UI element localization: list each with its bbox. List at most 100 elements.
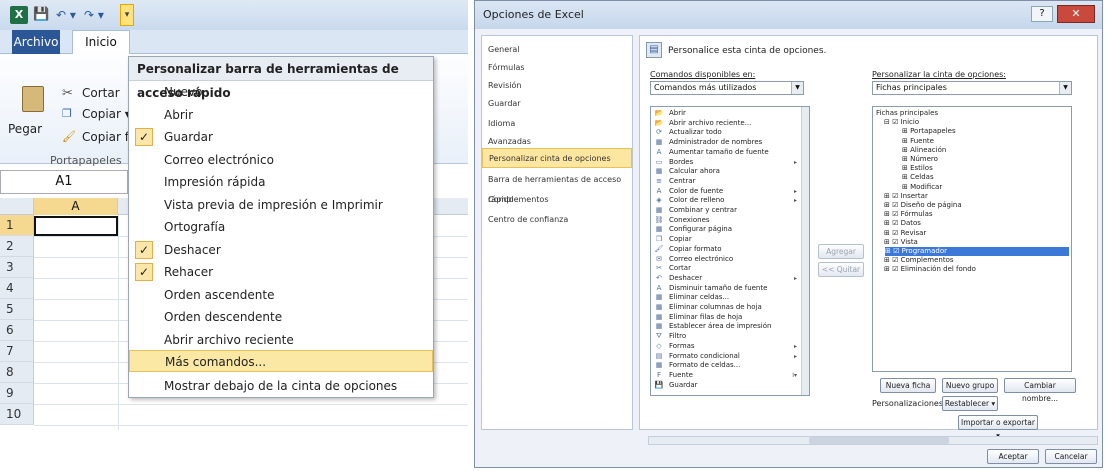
command-item[interactable]: ◇ Formas ▸ — [651, 342, 801, 351]
new-tab-button[interactable]: Nueva ficha — [880, 378, 936, 393]
command-item[interactable]: ❐ Copiar — [651, 235, 801, 244]
menu-item[interactable]: Mostrar debajo de la cinta de opciones — [129, 375, 433, 397]
tree-item[interactable]: ⊞ Número — [902, 155, 938, 164]
reset-button[interactable]: Restablecer ▾ — [942, 396, 998, 411]
horizontal-scrollbar[interactable] — [648, 436, 1098, 445]
command-item[interactable]: ▦ Configurar página — [651, 225, 801, 234]
tree-item[interactable]: ⊞ ☑ Eliminación del fondo — [884, 265, 976, 274]
tree-item[interactable]: ⊞ ☑ Insertar — [884, 192, 928, 201]
command-item[interactable]: ▦ Eliminar celdas... — [651, 293, 801, 302]
select-all-corner[interactable] — [0, 198, 34, 215]
name-box[interactable]: A1 — [0, 170, 128, 194]
scroll-thumb[interactable] — [809, 437, 949, 444]
command-item[interactable]: ↶ Deshacer ▸ — [651, 274, 801, 283]
menu-item[interactable]: Correo electrónico — [129, 149, 433, 171]
cancel-button[interactable]: Cancelar — [1045, 449, 1097, 464]
menu-item[interactable]: ✓ Rehacer — [129, 261, 433, 283]
command-item[interactable]: ⛛ Filtro — [651, 332, 801, 341]
menu-item[interactable]: ✓ Deshacer — [129, 239, 433, 261]
nav-item[interactable]: Idioma — [482, 114, 632, 134]
row-header[interactable]: 5 — [0, 299, 34, 320]
active-cell-a1[interactable] — [34, 216, 118, 236]
command-item[interactable]: 🖌 Copiar formato — [651, 245, 801, 254]
nav-item[interactable]: Personalizar cinta de opciones — [482, 148, 632, 168]
command-item[interactable]: ▦ Establecer área de impresión — [651, 322, 801, 331]
command-item[interactable]: ▦ Formato de celdas... — [651, 361, 801, 370]
tree-item[interactable]: ⊞ ☑ Vista — [884, 238, 918, 247]
row-header[interactable]: 8 — [0, 362, 34, 383]
row-header[interactable]: 3 — [0, 257, 34, 278]
tree-item[interactable]: ⊞ Alineación — [902, 146, 946, 155]
tree-item[interactable]: ⊞ Modificar — [902, 183, 942, 192]
command-item[interactable]: ▦ Administrador de nombres — [651, 138, 801, 147]
nav-item[interactable]: Barra de herramientas de acceso rápido — [482, 170, 632, 204]
menu-item[interactable]: ✓ Guardar — [129, 126, 433, 148]
command-item[interactable]: ⟳ Actualizar todo — [651, 128, 801, 137]
menu-item[interactable]: Orden descendente — [129, 306, 433, 328]
tab-inicio[interactable]: Inicio — [72, 30, 130, 54]
command-item[interactable]: ▤ Formato condicional ▸ — [651, 352, 801, 361]
commands-combo[interactable]: Comandos más utilizados ▼ — [650, 81, 804, 95]
tree-item[interactable]: ⊞ Celdas — [902, 173, 934, 182]
column-header-a[interactable]: A — [34, 198, 118, 215]
tree-item[interactable]: ⊞ ☑ Datos — [884, 219, 921, 228]
help-button[interactable]: ? — [1031, 6, 1053, 22]
command-item[interactable]: A Color de fuente ▸ — [651, 187, 801, 196]
commands-scrollbar[interactable] — [801, 107, 809, 395]
command-item[interactable]: ▦ Combinar y centrar — [651, 206, 801, 215]
close-button[interactable]: ✕ — [1057, 5, 1095, 23]
tree-item[interactable]: ⊞ ☑ Revisar — [884, 229, 926, 238]
menu-item[interactable]: Vista previa de impresión e Imprimir — [129, 194, 433, 216]
paste-button[interactable]: Pegar — [8, 122, 42, 136]
row-header[interactable]: 7 — [0, 341, 34, 362]
ribbon-combo[interactable]: Fichas principales ▼ — [872, 81, 1072, 95]
nav-item[interactable]: Complementos — [482, 190, 632, 210]
row-header[interactable]: 9 — [0, 383, 34, 404]
nav-item[interactable]: Guardar — [482, 94, 632, 114]
command-item[interactable]: F Fuente I▾ — [651, 371, 801, 380]
tree-item[interactable]: ⊞ ☑ Programador — [885, 247, 1069, 256]
command-item[interactable]: 📂 Abrir archivo reciente... — [651, 119, 801, 128]
menu-item[interactable]: Más comandos... — [129, 350, 433, 372]
row-header[interactable]: 1 — [0, 215, 34, 236]
row-header[interactable]: 4 — [0, 278, 34, 299]
redo-icon[interactable]: ↷ ▾ — [80, 6, 108, 24]
command-item[interactable]: ▦ Eliminar columnas de hoja — [651, 303, 801, 312]
command-item[interactable]: ▦ Eliminar filas de hoja — [651, 313, 801, 322]
command-item[interactable]: ◈ Color de relleno ▸ — [651, 196, 801, 205]
tree-item[interactable]: ⊞ Fuente — [902, 137, 934, 146]
command-item[interactable]: A Disminuir tamaño de fuente — [651, 284, 801, 293]
menu-item[interactable]: Abrir — [129, 104, 433, 126]
remove-button[interactable]: << Quitar — [818, 262, 864, 277]
menu-item[interactable]: Orden ascendente — [129, 284, 433, 306]
menu-item[interactable]: Impresión rápida — [129, 171, 433, 193]
new-group-button[interactable]: Nuevo grupo — [942, 378, 998, 393]
command-item[interactable]: ⛓ Conexiones — [651, 216, 801, 225]
menu-item[interactable]: Nuevo — [129, 81, 433, 103]
undo-icon[interactable]: ↶ ▾ — [52, 6, 80, 24]
tree-item[interactable]: ⊞ Portapapeles — [902, 127, 956, 136]
import-export-button[interactable]: Importar o exportar ▾ — [958, 415, 1038, 440]
ribbon-tabs-tree[interactable]: Fichas principales ⊟ ☑ Inicio ⊞ Portapapel… — [872, 106, 1072, 372]
ok-button[interactable]: Aceptar — [987, 449, 1039, 464]
nav-item[interactable]: Revisión — [482, 76, 632, 96]
rename-button[interactable]: Cambiar nombre... — [1004, 378, 1076, 403]
tree-item[interactable]: ⊞ ☑ Diseño de página — [884, 201, 962, 210]
save-icon[interactable]: 💾 — [33, 6, 49, 24]
nav-item[interactable]: Centro de confianza — [482, 210, 632, 230]
command-item[interactable]: ✉ Correo electrónico — [651, 255, 801, 264]
cut-button[interactable]: Cortar — [82, 86, 120, 100]
nav-item[interactable]: General — [482, 40, 632, 60]
tree-item[interactable]: ⊞ ☑ Fórmulas — [884, 210, 933, 219]
tab-archivo[interactable]: Archivo — [12, 30, 60, 54]
command-item[interactable]: 📂 Abrir — [651, 109, 801, 118]
commands-list[interactable]: 📂 Abrir 📂 Abrir archivo reciente... ⟳ Actuali… — [650, 106, 810, 396]
customize-qat-button[interactable]: ▾ — [120, 4, 134, 26]
tree-item[interactable]: ⊞ Estilos — [902, 164, 933, 173]
row-header[interactable]: 2 — [0, 236, 34, 257]
tree-item[interactable]: ⊞ ☑ Complementos — [884, 256, 954, 265]
command-item[interactable]: ≡ Centrar — [651, 177, 801, 186]
nav-item[interactable]: Fórmulas — [482, 58, 632, 78]
command-item[interactable]: 💾 Guardar — [651, 381, 801, 390]
command-item[interactable]: ▦ Calcular ahora — [651, 167, 801, 176]
